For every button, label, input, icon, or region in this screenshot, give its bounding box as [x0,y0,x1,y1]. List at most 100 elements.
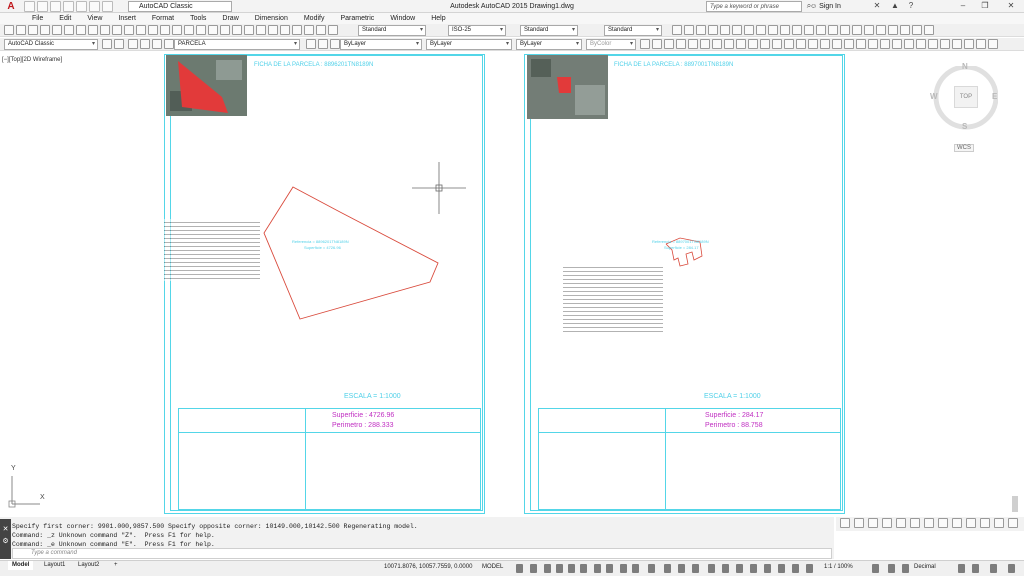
status-toggle-icon[interactable] [556,564,563,573]
units-dropdown[interactable]: Decimal [914,564,936,570]
toolbar-button-icon[interactable] [196,25,206,35]
toolbar-button-icon[interactable] [744,25,754,35]
status-toggle-icon[interactable] [678,564,685,573]
toolbar-button-icon[interactable] [152,39,162,49]
status-toggle-icon[interactable] [990,564,997,573]
toolbar-button-icon[interactable] [888,25,898,35]
tab-model[interactable]: Model [8,561,34,570]
menu-modify[interactable]: Modify [296,13,333,24]
toolbar-button-icon[interactable] [304,25,314,35]
toolbar-button-icon[interactable] [772,39,782,49]
toolbar-button-icon[interactable] [102,39,112,49]
sign-in-button[interactable]: ☺ Sign In [810,1,841,12]
toolbar-button-icon[interactable] [640,39,650,49]
toolbar-button-icon[interactable] [912,25,922,35]
status-toggle-icon[interactable] [764,564,771,573]
print-icon[interactable] [76,1,87,12]
menu-window[interactable]: Window [382,13,423,24]
toolbar-button-icon[interactable] [864,25,874,35]
toolbar-button-icon[interactable] [1008,518,1018,528]
toolbar-button-icon[interactable] [868,518,878,528]
close-icon[interactable]: ✕ [1004,0,1018,12]
toolbar-button-icon[interactable] [816,25,826,35]
toolbar-button-icon[interactable] [268,25,278,35]
toolbar-button-icon[interactable] [876,25,886,35]
toolbar-button-icon[interactable] [306,39,316,49]
toolbar-button-icon[interactable] [768,25,778,35]
toolbar-button-icon[interactable] [672,25,682,35]
viewport-label[interactable]: [−][Top][2D Wireframe] [2,57,62,63]
close-command-icon[interactable]: ✕ [0,525,11,533]
toolbar-button-icon[interactable] [164,39,174,49]
toolbar-button-icon[interactable] [708,25,718,35]
menu-format[interactable]: Format [144,13,182,24]
toolbar-button-icon[interactable] [208,25,218,35]
status-toggle-icon[interactable] [632,564,639,573]
toolbar-button-icon[interactable] [938,518,948,528]
toolbar-button-icon[interactable] [676,39,686,49]
toolbar-button-icon[interactable] [40,25,50,35]
autodesk-360-icon[interactable]: ▲ [888,0,902,12]
toolbar-button-icon[interactable] [700,39,710,49]
menu-file[interactable]: File [24,13,51,24]
save-icon[interactable] [50,1,61,12]
multileader-style-dropdown[interactable]: Standard [604,25,662,36]
toolbar-button-icon[interactable] [688,39,698,49]
workspace-combo[interactable]: AutoCAD Classic [4,39,98,50]
search-input[interactable]: Type a keyword or phrase [706,1,802,12]
viewcube-top[interactable]: TOP [954,86,978,108]
autocad-logo-icon[interactable]: A [3,1,19,13]
status-toggle-icon[interactable] [778,564,785,573]
annotation-scale[interactable]: 1:1 / 100% [824,564,853,570]
toolbar-button-icon[interactable] [994,518,1004,528]
toolbar-button-icon[interactable] [940,39,950,49]
menu-help[interactable]: Help [423,13,453,24]
toolbar-button-icon[interactable] [318,39,328,49]
toolbar-button-icon[interactable] [792,25,802,35]
toolbar-button-icon[interactable] [28,25,38,35]
toolbar-button-icon[interactable] [840,518,850,528]
toolbar-button-icon[interactable] [966,518,976,528]
toolbar-button-icon[interactable] [804,25,814,35]
new-file-icon[interactable] [24,1,35,12]
toolbar-button-icon[interactable] [980,518,990,528]
toolbar-button-icon[interactable] [4,25,14,35]
toolbar-button-icon[interactable] [124,25,134,35]
plotstyle-dropdown[interactable]: ByColor [586,39,636,50]
toolbar-button-icon[interactable] [808,39,818,49]
toolbar-button-icon[interactable] [832,39,842,49]
toolbar-button-icon[interactable] [868,39,878,49]
status-toggle-icon[interactable] [594,564,601,573]
status-toggle-icon[interactable] [722,564,729,573]
toolbar-button-icon[interactable] [140,39,150,49]
toolbar-button-icon[interactable] [910,518,920,528]
toolbar-button-icon[interactable] [880,39,890,49]
toolbar-button-icon[interactable] [280,25,290,35]
toolbar-button-icon[interactable] [820,39,830,49]
status-toggle-icon[interactable] [872,564,879,573]
toolbar-button-icon[interactable] [854,518,864,528]
compass-north[interactable]: N [962,62,968,71]
toolbar-button-icon[interactable] [732,25,742,35]
workspace-dropdown[interactable]: AutoCAD Classic [128,1,232,12]
status-toggle-icon[interactable] [888,564,895,573]
toolbar-button-icon[interactable] [100,25,110,35]
toolbar-button-icon[interactable] [16,25,26,35]
toolbar-button-icon[interactable] [696,25,706,35]
save-as-icon[interactable] [63,1,74,12]
toolbar-button-icon[interactable] [52,25,62,35]
text-style-dropdown[interactable]: Standard [358,25,426,36]
toolbar-button-icon[interactable] [720,25,730,35]
menu-view[interactable]: View [79,13,110,24]
toolbar-button-icon[interactable] [882,518,892,528]
toolbar-button-icon[interactable] [664,39,674,49]
toolbar-button-icon[interactable] [844,39,854,49]
toolbar-button-icon[interactable] [892,39,902,49]
dim-style-dropdown[interactable]: ISO-25 [448,25,506,36]
toolbar-button-icon[interactable] [172,25,182,35]
tab-layout1[interactable]: Layout1 [40,561,69,570]
toolbar-button-icon[interactable] [856,39,866,49]
undo-icon[interactable] [89,1,100,12]
status-toggle-icon[interactable] [708,564,715,573]
toolbar-button-icon[interactable] [88,25,98,35]
